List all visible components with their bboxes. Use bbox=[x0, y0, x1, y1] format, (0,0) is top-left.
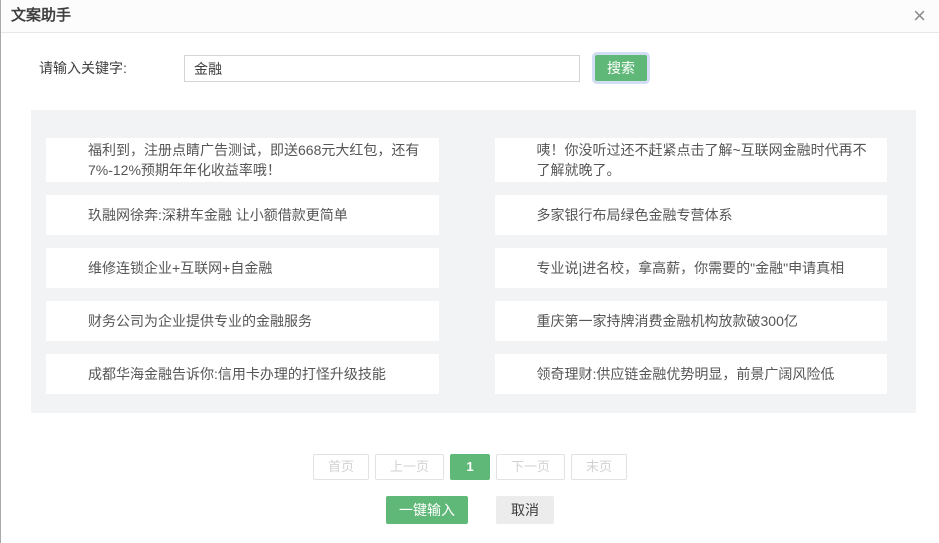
dialog-header: 文案助手 × bbox=[1, 0, 939, 33]
result-item[interactable]: 专业说|进名校，拿高薪，你需要的"金融"申请真相 bbox=[495, 248, 888, 288]
result-item[interactable]: 重庆第一家持牌消费金融机构放款破300亿 bbox=[495, 301, 888, 341]
result-item[interactable]: 多家银行布局绿色金融专营体系 bbox=[495, 195, 888, 235]
footer-actions: 一键输入 取消 bbox=[1, 496, 939, 524]
result-item[interactable]: 财务公司为企业提供专业的金融服务 bbox=[46, 301, 439, 341]
results-panel: 福利到，注册点睛广告测试，即送668元大红包，还有7%-12%预期年年化收益率哦… bbox=[31, 110, 916, 413]
dialog-title: 文案助手 bbox=[11, 0, 71, 32]
keyword-input[interactable] bbox=[184, 55, 580, 82]
cancel-button[interactable]: 取消 bbox=[496, 496, 554, 524]
results-right-column: 咦！你没听过还不赶紧点击了解~互联网金融时代再不了解就晚了。 多家银行布局绿色金… bbox=[495, 138, 888, 413]
one-click-input-button[interactable]: 一键输入 bbox=[386, 496, 468, 524]
close-icon[interactable]: × bbox=[913, 3, 926, 29]
result-item[interactable]: 玖融网徐奔:深耕车金融 让小额借款更简单 bbox=[46, 195, 439, 235]
pagination-prev-button[interactable]: 上一页 bbox=[375, 454, 444, 480]
result-item[interactable]: 领奇理财:供应链金融优势明显，前景广阔风险低 bbox=[495, 354, 888, 394]
result-item[interactable]: 咦！你没听过还不赶紧点击了解~互联网金融时代再不了解就晚了。 bbox=[495, 138, 888, 182]
copywriting-assistant-dialog: 文案助手 × 请输入关键字: 搜索 福利到，注册点睛广告测试，即送668元大红包… bbox=[0, 0, 939, 543]
search-button[interactable]: 搜索 bbox=[595, 55, 647, 81]
pagination-first-button[interactable]: 首页 bbox=[313, 454, 369, 480]
result-item[interactable]: 维修连锁企业+互联网+自金融 bbox=[46, 248, 439, 288]
result-item[interactable]: 成都华海金融告诉你:信用卡办理的打怪升级技能 bbox=[46, 354, 439, 394]
result-item[interactable]: 福利到，注册点睛广告测试，即送668元大红包，还有7%-12%预期年年化收益率哦… bbox=[46, 138, 439, 182]
pagination-next-button[interactable]: 下一页 bbox=[496, 454, 565, 480]
pagination-current-page[interactable]: 1 bbox=[450, 454, 490, 480]
results-left-column: 福利到，注册点睛广告测试，即送668元大红包，还有7%-12%预期年年化收益率哦… bbox=[46, 138, 439, 413]
pagination-last-button[interactable]: 末页 bbox=[571, 454, 627, 480]
pagination: 首页 上一页 1 下一页 末页 bbox=[1, 454, 939, 480]
keyword-label: 请输入关键字: bbox=[39, 55, 127, 81]
